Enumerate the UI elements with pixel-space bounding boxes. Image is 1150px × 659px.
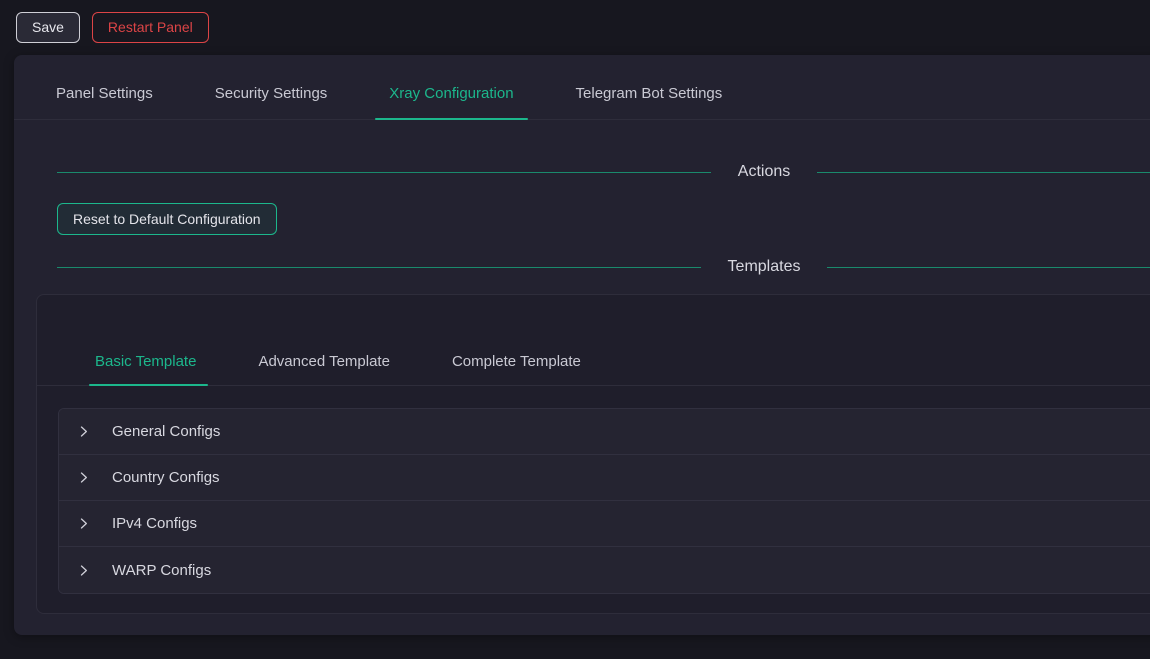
- reset-default-config-button[interactable]: Reset to Default Configuration: [57, 203, 277, 235]
- tab-complete-template[interactable]: Complete Template: [452, 353, 581, 385]
- accordion-item-label: IPv4 Configs: [112, 515, 197, 532]
- template-config-accordion: General Configs Country Configs IPv4 Con…: [58, 408, 1150, 594]
- tab-panel-settings[interactable]: Panel Settings: [56, 85, 153, 119]
- templates-section-divider: Templates: [57, 258, 1150, 276]
- tab-security-settings[interactable]: Security Settings: [215, 85, 328, 119]
- tab-telegram-bot-settings[interactable]: Telegram Bot Settings: [576, 85, 723, 119]
- chevron-right-icon: [76, 563, 90, 577]
- toolbar: Save Restart Panel: [0, 0, 1150, 55]
- chevron-right-icon: [76, 425, 90, 439]
- templates-card: Basic Template Advanced Template Complet…: [36, 294, 1150, 614]
- template-tab-bar: Basic Template Advanced Template Complet…: [37, 295, 1150, 386]
- accordion-item-general-configs[interactable]: General Configs: [59, 409, 1150, 455]
- settings-tab-bar: Panel Settings Security Settings Xray Co…: [14, 55, 1150, 120]
- tab-xray-configuration[interactable]: Xray Configuration: [389, 85, 513, 119]
- accordion-item-country-configs[interactable]: Country Configs: [59, 455, 1150, 501]
- chevron-right-icon: [76, 517, 90, 531]
- tab-advanced-template[interactable]: Advanced Template: [258, 353, 389, 385]
- settings-card: Panel Settings Security Settings Xray Co…: [14, 55, 1150, 635]
- tab-basic-template[interactable]: Basic Template: [95, 353, 196, 385]
- accordion-item-label: WARP Configs: [112, 562, 211, 579]
- save-button[interactable]: Save: [16, 12, 80, 43]
- accordion-item-warp-configs[interactable]: WARP Configs: [59, 547, 1150, 593]
- actions-section-title: Actions: [738, 163, 790, 181]
- accordion-item-label: General Configs: [112, 423, 220, 440]
- actions-section-divider: Actions: [57, 163, 1150, 181]
- templates-section-title: Templates: [728, 258, 801, 276]
- chevron-right-icon: [76, 471, 90, 485]
- accordion-item-label: Country Configs: [112, 469, 220, 486]
- restart-panel-button[interactable]: Restart Panel: [92, 12, 209, 43]
- accordion-item-ipv4-configs[interactable]: IPv4 Configs: [59, 501, 1150, 547]
